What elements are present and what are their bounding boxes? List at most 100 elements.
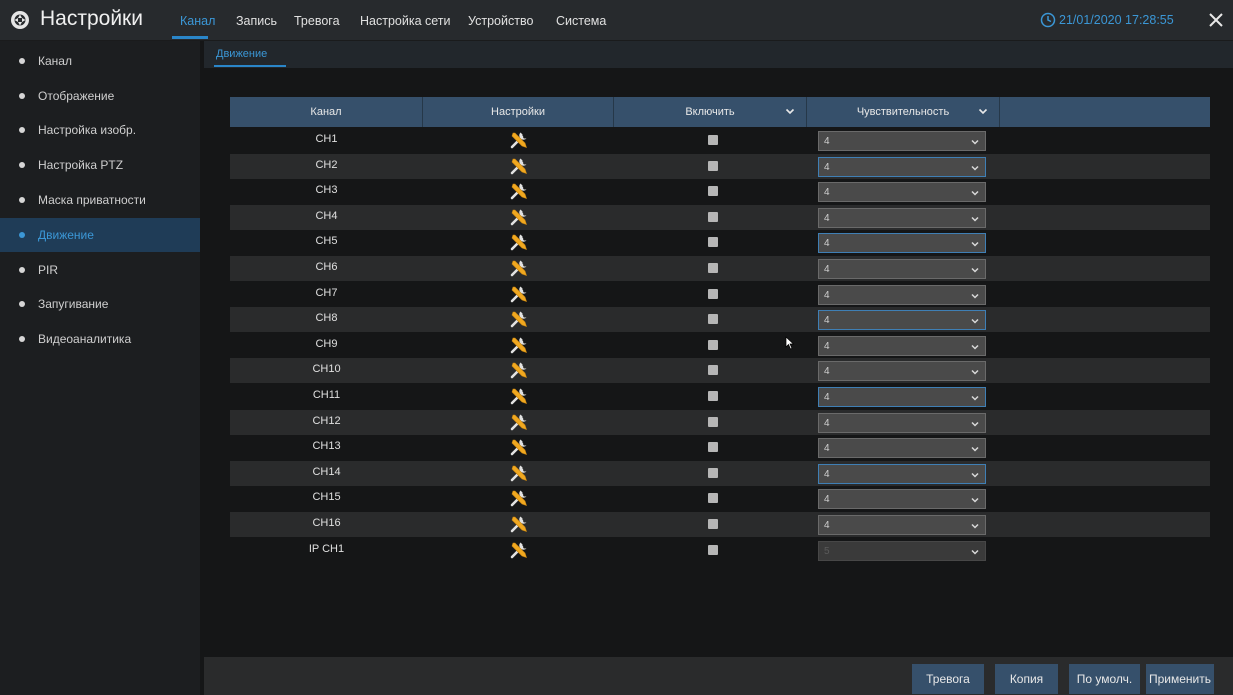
enable-checkbox[interactable] [708,493,718,504]
enable-checkbox[interactable] [708,186,718,197]
enable-checkbox[interactable] [708,519,718,529]
sensitivity-value: 4 [824,340,830,352]
enable-checkbox[interactable] [708,263,718,273]
channel-name: CH6 [315,261,338,273]
table-row: CH3 4 [230,179,1210,204]
enable-checkbox[interactable] [708,339,718,350]
table-row: CH15 4 [230,486,1210,511]
tab-alarm[interactable]: Тревога [294,14,340,28]
enable-checkbox[interactable] [708,391,718,401]
enable-checkbox[interactable] [708,211,718,222]
sensitivity-select[interactable]: 4 [818,310,986,331]
sidebar-item-deterrence[interactable]: Запугивание [0,287,200,321]
wrench-screwdriver-icon[interactable] [508,308,530,330]
sensitivity-select[interactable]: 4 [818,412,986,433]
camera-lens-icon [11,11,29,29]
column-header-enable[interactable]: Включить [614,97,807,127]
chevron-down-icon[interactable] [784,105,796,117]
sensitivity-select[interactable]: 4 [818,387,986,407]
enable-checkbox[interactable] [708,442,718,453]
wrench-screwdriver-icon[interactable] [508,180,530,202]
sensitivity-select[interactable]: 4 [818,259,986,279]
sidebar-item-privacy-mask[interactable]: Маска приватности [0,183,200,217]
sensitivity-select[interactable]: 4 [818,156,986,177]
copy-button[interactable]: Копия [995,664,1058,694]
sensitivity-value: 4 [824,315,830,327]
channel-name: CH5 [315,235,338,248]
tab-system[interactable]: Система [556,14,606,28]
wrench-screwdriver-icon[interactable] [508,334,530,356]
sidebar-item-pir[interactable]: PIR [0,253,200,287]
sensitivity-select[interactable]: 4 [818,182,986,203]
column-header-label: Настройки [491,106,545,118]
wrench-screwdriver-icon[interactable] [508,539,530,561]
enable-checkbox[interactable] [708,237,718,248]
table-row: CH6 4 [230,256,1210,281]
enable-checkbox[interactable] [708,288,718,299]
bullet-icon [19,301,25,307]
bullet-icon [19,267,25,273]
wrench-screwdriver-icon[interactable] [508,436,530,458]
close-icon[interactable] [1205,9,1227,31]
sensitivity-select[interactable]: 4 [818,361,986,382]
sensitivity-select[interactable]: 4 [818,515,986,535]
chevron-down-icon [971,370,979,375]
table-row: CH10 4 [230,358,1210,384]
wrench-screwdriver-icon[interactable] [508,385,530,407]
enable-checkbox[interactable] [708,135,718,145]
enable-checkbox[interactable] [708,467,718,478]
tab-device[interactable]: Устройство [468,14,533,28]
wrench-screwdriver-icon[interactable] [508,257,530,279]
table-row: CH2 4 [230,153,1210,179]
enable-checkbox[interactable] [708,314,718,325]
sidebar-item-label: Отображение [38,89,115,103]
top-bar: Настройки Канал Запись Тревога Настройка… [0,0,1233,41]
sensitivity-select[interactable]: 4 [818,284,986,305]
column-header-sensitivity[interactable]: Чувствительность [807,97,1000,127]
apply-button[interactable]: Применить [1146,664,1214,694]
wrench-screwdriver-icon[interactable] [508,231,530,253]
alarm-button[interactable]: Тревога [912,664,984,694]
channel-name: CH10 [312,363,341,376]
tab-network[interactable]: Настройка сети [360,14,451,28]
sensitivity-select[interactable]: 4 [818,233,986,254]
sensitivity-select[interactable]: 4 [818,463,986,484]
chevron-down-icon[interactable] [977,105,989,117]
wrench-screwdriver-icon[interactable] [508,155,530,177]
enable-checkbox[interactable] [708,544,718,555]
sensitivity-value: 4 [824,366,830,378]
sidebar-item-motion[interactable]: Движение [0,218,200,252]
wrench-screwdriver-icon[interactable] [508,129,530,151]
enable-checkbox[interactable] [708,365,718,376]
sidebar-item-channel[interactable]: Канал [0,44,200,78]
table-row: CH16 4 [230,512,1210,537]
wrench-screwdriver-icon[interactable] [508,462,530,484]
sidebar-item-video-analytics[interactable]: Видеоаналитика [0,322,200,356]
sensitivity-select[interactable]: 4 [818,438,986,459]
sensitivity-select[interactable]: 4 [818,207,986,228]
table-row: CH7 4 [230,282,1210,307]
wrench-screwdriver-icon[interactable] [508,283,530,305]
wrench-screwdriver-icon[interactable] [508,359,530,381]
sensitivity-select[interactable]: 4 [818,335,986,356]
sensitivity-select[interactable]: 4 [818,489,986,510]
table-header: Канал Настройки Включить Чувствительност… [230,97,1210,127]
wrench-screwdriver-icon[interactable] [508,411,530,433]
sensitivity-select[interactable]: 4 [818,131,986,151]
default-button[interactable]: По умолч. [1069,664,1140,694]
tab-channel[interactable]: Канал [180,14,215,28]
enable-checkbox[interactable] [708,416,718,427]
wrench-screwdriver-icon[interactable] [508,487,530,509]
sidebar-item-image[interactable]: Настройка изобр. [0,113,200,147]
sidebar-item-display[interactable]: Отображение [0,79,200,113]
enable-checkbox[interactable] [708,160,718,171]
wrench-screwdriver-icon[interactable] [508,206,530,228]
chevron-down-icon [971,344,979,350]
sidebar-item-ptz[interactable]: Настройка PTZ [0,148,200,182]
tab-record[interactable]: Запись [236,14,277,28]
table-row: CH1 4 [230,128,1210,153]
subtab-motion[interactable]: Движение [216,48,267,60]
wrench-screwdriver-icon[interactable] [508,513,530,535]
channel-name: CH3 [315,184,338,197]
sidebar-item-label: Канал [38,54,72,68]
